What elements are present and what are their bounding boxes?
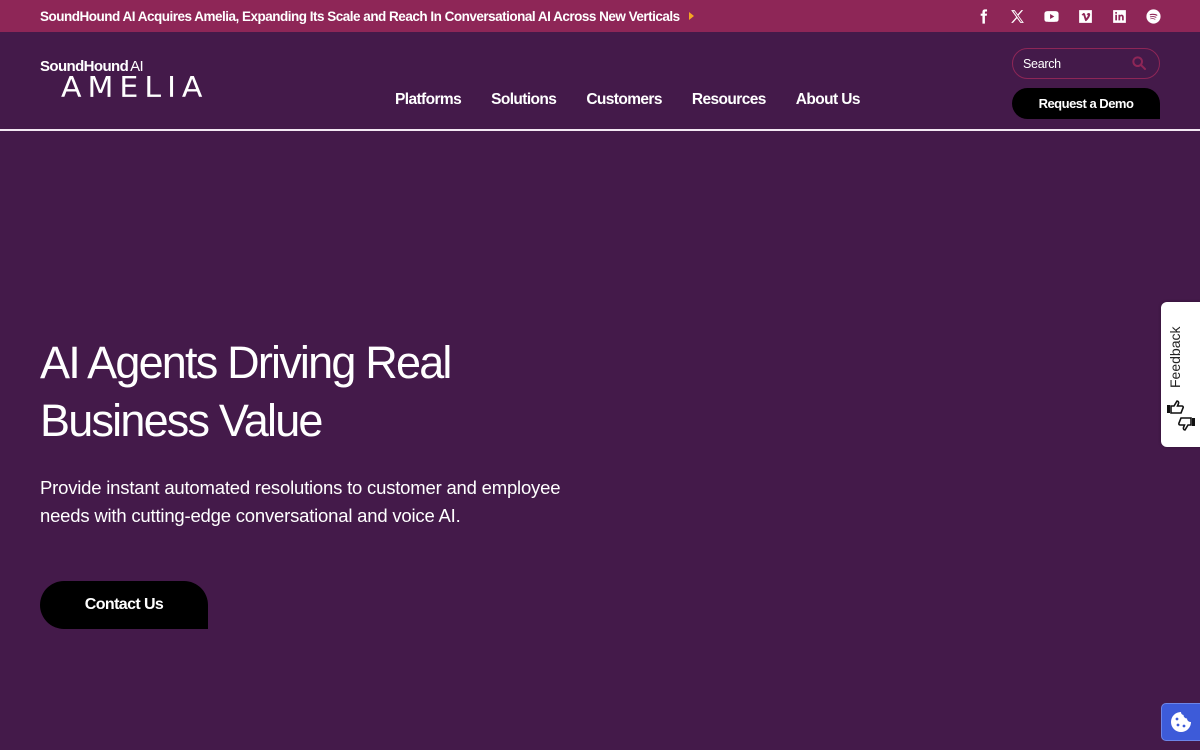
search-input[interactable] [1023, 56, 1123, 71]
nav-about-us[interactable]: About Us [796, 91, 861, 109]
amelia-logo[interactable]: SoundHound AI AMELIA [40, 59, 208, 104]
nav-platforms[interactable]: Platforms [395, 91, 462, 109]
search-icon[interactable] [1131, 55, 1147, 71]
logo-product: AMELIA [61, 71, 209, 105]
announcement-link[interactable]: SoundHound AI Acquires Amelia, Expanding… [40, 0, 694, 32]
site-header: SoundHound AI AMELIA Platforms Solutions … [0, 32, 1200, 131]
contact-us-button[interactable]: Contact Us [40, 581, 208, 629]
nav-solutions[interactable]: Solutions [491, 91, 557, 109]
youtube-icon[interactable] [1043, 8, 1060, 25]
thumbs-up-down-icon [1167, 400, 1195, 431]
main-nav: Platforms Solutions Customers Resources … [395, 91, 860, 109]
facebook-icon[interactable] [975, 8, 992, 25]
nav-customers[interactable]: Customers [586, 91, 662, 109]
announcement-text: SoundHound AI Acquires Amelia, Expanding… [40, 8, 680, 24]
nav-resources[interactable]: Resources [692, 91, 766, 109]
hero-subtitle: Provide instant automated resolutions to… [40, 477, 561, 526]
feedback-tab[interactable]: Feedback [1161, 302, 1200, 447]
linkedin-icon[interactable] [1111, 8, 1128, 25]
spotify-icon[interactable] [1145, 8, 1162, 25]
request-demo-button[interactable]: Request a Demo [1012, 88, 1160, 119]
cookie-icon [1171, 712, 1191, 732]
hero-title: AI Agents Driving Real Business Value [40, 337, 452, 446]
cookie-settings-button[interactable] [1161, 703, 1200, 741]
vimeo-icon[interactable] [1077, 8, 1094, 25]
caret-right-icon [688, 12, 694, 20]
social-links [975, 0, 1162, 32]
x-twitter-icon[interactable] [1009, 8, 1026, 25]
feedback-label: Feedback [1167, 326, 1183, 388]
announcement-bar: SoundHound AI Acquires Amelia, Expanding… [0, 0, 1200, 32]
search-box [1012, 48, 1160, 79]
